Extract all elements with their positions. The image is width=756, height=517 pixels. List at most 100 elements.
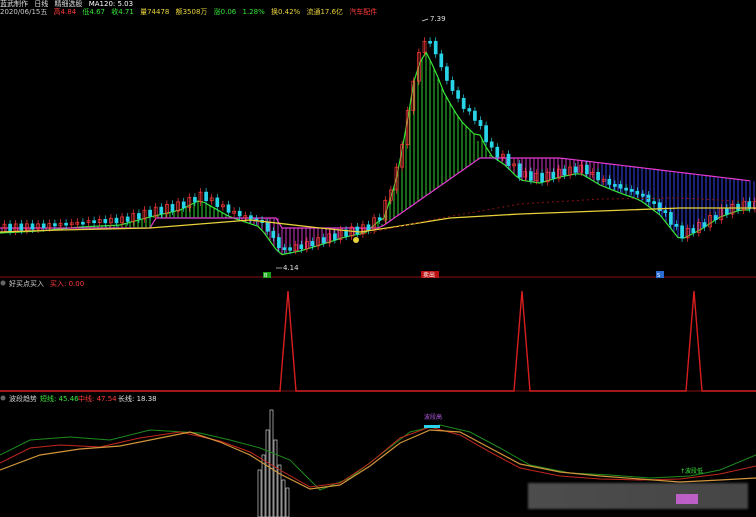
- candle-body: [713, 215, 718, 221]
- candle-body: [517, 163, 522, 178]
- candle-body: [137, 213, 141, 220]
- candle-body: [366, 224, 371, 231]
- candle-body: [652, 201, 656, 204]
- candle-body: [215, 197, 220, 207]
- candle-body: [635, 190, 640, 195]
- candle-body: [573, 166, 578, 173]
- candle-body: [674, 224, 679, 227]
- osc-legend-mid: 中线: 47.54: [78, 394, 117, 403]
- candle-body: [288, 247, 292, 251]
- candle-body: [445, 66, 449, 81]
- candle-body: [30, 223, 35, 230]
- candle-body: [702, 222, 707, 228]
- candle-body: [461, 98, 466, 109]
- candle-body: [249, 215, 253, 220]
- candle-body: [529, 171, 533, 181]
- pivot-dot: [353, 237, 359, 243]
- candle-body: [725, 207, 729, 215]
- candle-body: [495, 146, 500, 158]
- volume-bar: [265, 429, 270, 517]
- osc-legend-long: 长线: 18.38: [118, 394, 157, 403]
- candle-body: [629, 189, 634, 192]
- signal-legend: 买入: 0.00: [50, 280, 84, 288]
- signal-panel: 好买点买入 买入: 0.00: [0, 279, 756, 392]
- candle-body: [265, 222, 270, 232]
- candle-body: [641, 193, 645, 197]
- osc-legend-short: 短线: 45.46: [40, 394, 79, 403]
- candle-body: [607, 178, 612, 185]
- candle-body: [8, 223, 12, 232]
- candle-body: [64, 222, 68, 226]
- candle-body: [355, 226, 360, 235]
- candle-body: [467, 108, 472, 112]
- candle-body: [125, 216, 130, 222]
- candle-body: [657, 202, 662, 212]
- candle-body: [237, 210, 242, 217]
- volume-bar: [285, 487, 290, 517]
- candle-body: [148, 209, 152, 217]
- price-high-annotation: 7.39: [430, 15, 446, 23]
- candle-body: [19, 223, 24, 231]
- candle-body: [540, 172, 544, 183]
- candle-body: [551, 171, 556, 179]
- candle-body: [613, 184, 617, 187]
- candle-body: [484, 125, 488, 143]
- candle-body: [736, 203, 740, 211]
- chart-window: 蓝武制作 日线 精细选股 MA120: 5.03 2020/06/15五 高4.…: [0, 0, 756, 517]
- osc-tag-top: 波段高: [424, 413, 442, 421]
- chart-canvas: 7.39 4.14 B 卖出 S 好买点买入 买入: 0.00 波段趋势 短线:…: [0, 15, 756, 517]
- volume-bar: [281, 479, 286, 517]
- candle-body: [624, 187, 628, 191]
- volume-bar: [269, 409, 274, 517]
- fold-icon[interactable]: [0, 395, 6, 401]
- candle-body: [333, 233, 337, 240]
- candle-body: [377, 217, 382, 221]
- price-panel: 7.39 4.14 B 卖出 S: [0, 15, 756, 279]
- candle-body: [663, 210, 668, 214]
- fold-icon[interactable]: [0, 280, 6, 286]
- volume-bar: [257, 469, 262, 517]
- candlesticks: [2, 37, 756, 255]
- candle-body: [282, 247, 287, 251]
- candle-body: [321, 237, 326, 244]
- candle-body: [226, 204, 231, 213]
- volume-bar: [273, 439, 278, 517]
- candle-body: [41, 223, 46, 229]
- watermark: [528, 483, 748, 509]
- candle-body: [456, 90, 460, 99]
- candle-body: [159, 206, 164, 215]
- candle-body: [691, 228, 696, 234]
- sell-marker-label: 卖出: [423, 271, 435, 279]
- candle-body: [473, 110, 477, 121]
- candle-body: [562, 168, 567, 176]
- candle-body: [53, 223, 57, 227]
- candle-body: [439, 53, 444, 68]
- high-arrow: [421, 18, 429, 22]
- candle-body: [478, 120, 483, 127]
- buy-marker-label: B: [264, 273, 268, 279]
- candle-body: [92, 220, 96, 224]
- candle-body: [170, 204, 175, 212]
- candle-body: [204, 191, 208, 202]
- candle-body: [310, 241, 315, 247]
- candle-body: [433, 40, 438, 55]
- trend-bands: [0, 50, 755, 256]
- candle-body: [193, 197, 197, 203]
- fast-envelope-line: [0, 50, 750, 256]
- candle-body: [271, 230, 276, 238]
- candle-body: [680, 225, 684, 239]
- osc-title: 波段趋势: [9, 394, 37, 403]
- candle-body: [181, 201, 186, 209]
- candle-body: [299, 244, 304, 250]
- osc-top-marker: [424, 425, 440, 428]
- candle-body: [103, 219, 108, 224]
- osc-tag-right: ↑波段低: [680, 467, 703, 475]
- candle-body: [585, 164, 589, 175]
- signal-title: 好买点买入: [9, 279, 44, 288]
- candle-body: [450, 80, 455, 91]
- candle-body: [669, 212, 673, 225]
- signal-marker-label: S: [657, 273, 660, 279]
- candle-body: [81, 221, 85, 225]
- candle-body: [489, 141, 494, 148]
- candle-body: [428, 40, 432, 44]
